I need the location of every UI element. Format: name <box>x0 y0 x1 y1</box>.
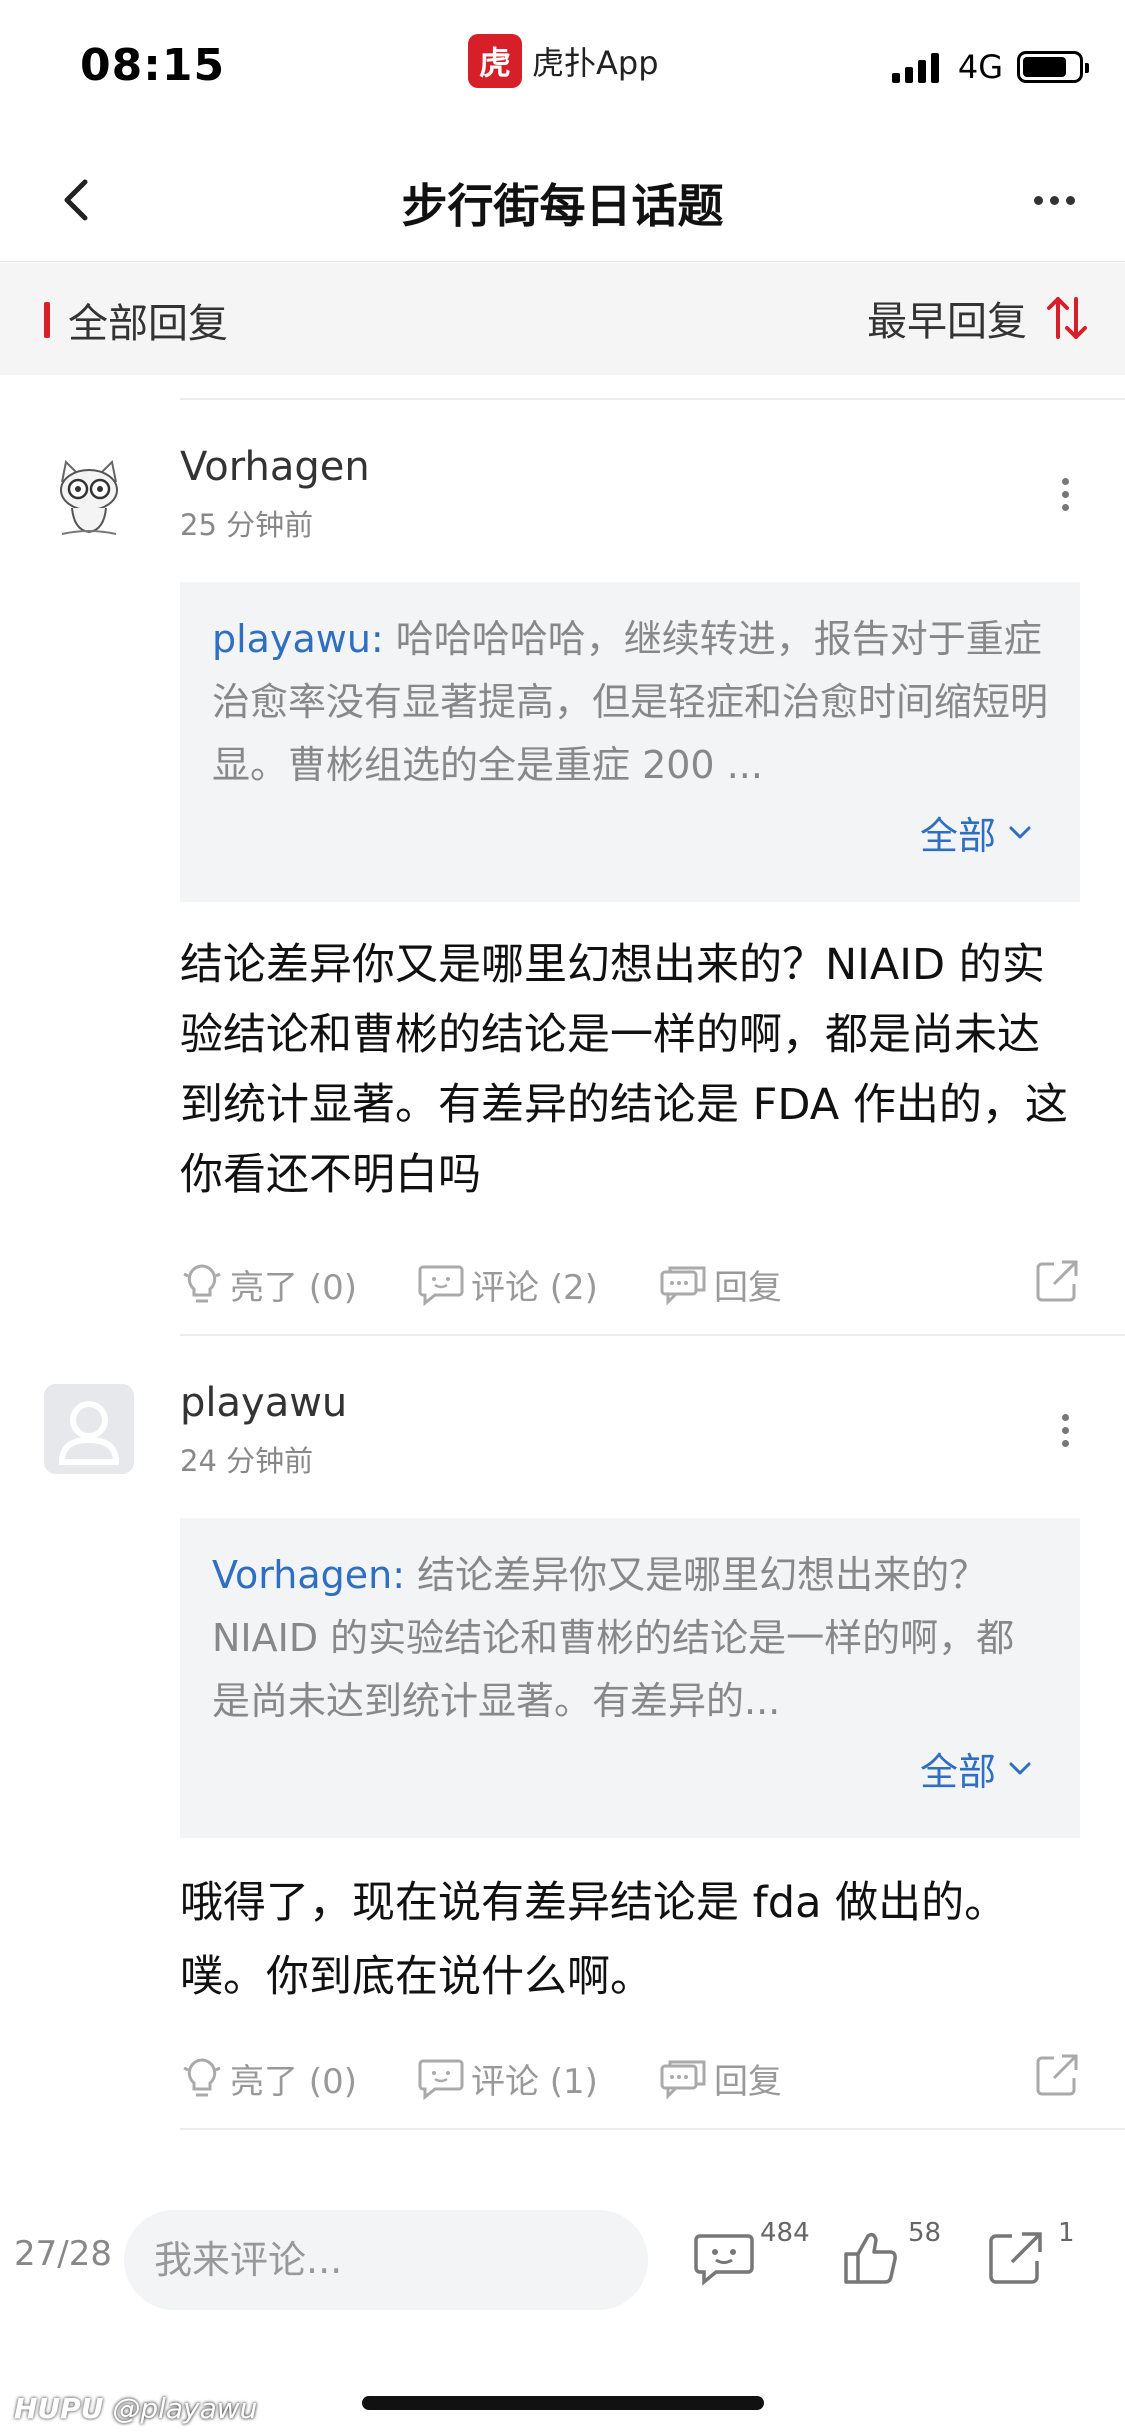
comment-button[interactable]: 评论 (1) <box>417 2054 598 2103</box>
light-button[interactable]: 亮了 (0) <box>180 2054 357 2103</box>
status-app-name: 虎扑App <box>532 44 659 82</box>
reply-actions: 亮了 (0) 评论 (1) 回复 <box>180 2048 1080 2108</box>
avatar[interactable] <box>44 452 134 542</box>
tab-accent-marker <box>44 302 50 338</box>
divider <box>180 1334 1125 1336</box>
reply-button[interactable]: 回复 <box>658 1260 782 1309</box>
reply-body: 哦得了，现在说有差异结论是 fda 做出的。噗。你到底在说什么啊。 <box>180 1878 1008 2002</box>
quote-expand-button[interactable]: 全部 <box>920 1741 1032 1796</box>
bottom-comment-bar: 27/28 484 58 1 <box>0 2182 1125 2332</box>
username[interactable]: Vorhagen <box>180 444 370 490</box>
share-button[interactable] <box>1034 2052 1080 2102</box>
reply-actions: 亮了 (0) 评论 (2) 回复 <box>180 1254 1080 1314</box>
chevron-down-icon <box>1009 1762 1031 1774</box>
comment-count: 评论 (1) <box>470 2061 598 2102</box>
light-count: 亮了 (0) <box>230 1267 357 1308</box>
more-options-button[interactable] <box>1019 170 1089 230</box>
hupu-logo-icon: 虎 <box>468 34 522 88</box>
divider <box>180 2128 1125 2130</box>
share-icon <box>989 2232 1042 2284</box>
sort-label: 最早回复 <box>867 299 1027 345</box>
comment-bubble-icon <box>418 1265 464 1307</box>
all-replies-label: 全部回复 <box>68 301 228 347</box>
signal-icon <box>891 51 944 83</box>
home-indicator[interactable] <box>362 2396 764 2410</box>
cat-sketch-avatar-icon <box>44 452 134 542</box>
quote-username[interactable]: Vorhagen: <box>212 1553 405 1597</box>
network-type: 4G <box>957 48 1003 86</box>
quoted-reply[interactable]: playawu: 哈哈哈哈哈，继续转进，报告对于重症治愈率没有显著提高，但是轻症… <box>180 582 1080 902</box>
reply-label: 回复 <box>713 2061 782 2102</box>
share-total: 1 <box>1058 2218 1075 2248</box>
quote-username[interactable]: playawu: <box>212 617 384 661</box>
comment-total: 484 <box>760 2218 810 2248</box>
share-icon <box>1036 2054 1078 2096</box>
status-indicators: 4G <box>891 48 1089 86</box>
page-indicator[interactable]: 27/28 <box>14 2234 112 2274</box>
comment-count: 评论 (2) <box>470 1267 598 1308</box>
quote-text: playawu: 哈哈哈哈哈，继续转进，报告对于重症治愈率没有显著提高，但是轻症… <box>212 608 1048 797</box>
watermark-handle: @playawu <box>112 2392 258 2425</box>
status-app-indicator: 虎 虎扑App <box>468 34 659 88</box>
username[interactable]: playawu <box>180 1380 347 1426</box>
status-bar: 08:15 虎 虎扑App 4G <box>0 0 1125 130</box>
reply-bubbles-icon <box>660 1266 706 1306</box>
comment-input[interactable] <box>124 2210 648 2310</box>
chevron-down-icon <box>1009 826 1031 838</box>
reply-more-button[interactable] <box>1045 464 1085 524</box>
light-count: 亮了 (0) <box>230 2061 357 2102</box>
lightbulb-icon <box>183 2058 221 2097</box>
default-user-avatar-icon <box>44 1384 134 1474</box>
divider <box>180 398 1125 400</box>
page-title: 步行街每日话题 <box>401 179 724 233</box>
comment-bubble-icon <box>694 2234 754 2286</box>
more-horizontal-icon <box>1033 195 1043 205</box>
sort-toggle[interactable]: 最早回复 <box>867 289 1089 347</box>
share-button[interactable] <box>1034 1258 1080 1308</box>
reply-time: 25 分钟前 <box>180 508 314 542</box>
like-button[interactable] <box>830 2218 910 2298</box>
more-vertical-icon <box>1061 1413 1069 1421</box>
more-vertical-icon <box>1061 477 1069 485</box>
sort-arrows-icon <box>1047 297 1087 339</box>
avatar[interactable] <box>44 1384 134 1474</box>
share-post-button[interactable] <box>976 2218 1056 2298</box>
quote-expand-label: 全部 <box>919 1750 996 1794</box>
comments-button[interactable] <box>684 2218 764 2298</box>
share-icon <box>1036 1260 1078 1302</box>
navigation-bar: 步行街每日话题 <box>0 140 1125 262</box>
thumbs-up-icon <box>844 2232 897 2284</box>
quoted-reply[interactable]: Vorhagen: 结论差异你又是哪里幻想出来的？NIAID 的实验结论和曹彬的… <box>180 1518 1080 1838</box>
quote-text: Vorhagen: 结论差异你又是哪里幻想出来的？NIAID 的实验结论和曹彬的… <box>212 1544 1048 1733</box>
lightbulb-icon <box>183 1264 221 1303</box>
reply-filter-bar: 全部回复 最早回复 <box>0 263 1125 375</box>
quote-expand-label: 全部 <box>919 814 996 858</box>
reply-time: 24 分钟前 <box>180 1444 314 1478</box>
light-button[interactable]: 亮了 (0) <box>180 1260 357 1309</box>
reply-bubbles-icon <box>660 2060 706 2100</box>
reply-button[interactable]: 回复 <box>658 2054 782 2103</box>
comment-bubble-icon <box>418 2059 464 2101</box>
comment-button[interactable]: 评论 (2) <box>417 1260 598 1309</box>
watermark-brand: HUPU <box>14 2392 104 2425</box>
quote-expand-button[interactable]: 全部 <box>920 805 1032 860</box>
status-time: 08:15 <box>80 40 226 91</box>
reply-label: 回复 <box>713 1267 782 1308</box>
all-replies-tab[interactable]: 全部回复 <box>44 291 228 349</box>
watermark: HUPU @playawu <box>14 2392 257 2425</box>
reply-more-button[interactable] <box>1045 1400 1085 1460</box>
battery-icon <box>1017 51 1089 83</box>
reply-body: 结论差异你又是哪里幻想出来的？NIAID 的实验结论和曹彬的结论是一样的啊，都是… <box>180 940 1068 1200</box>
like-total: 58 <box>908 2218 942 2248</box>
